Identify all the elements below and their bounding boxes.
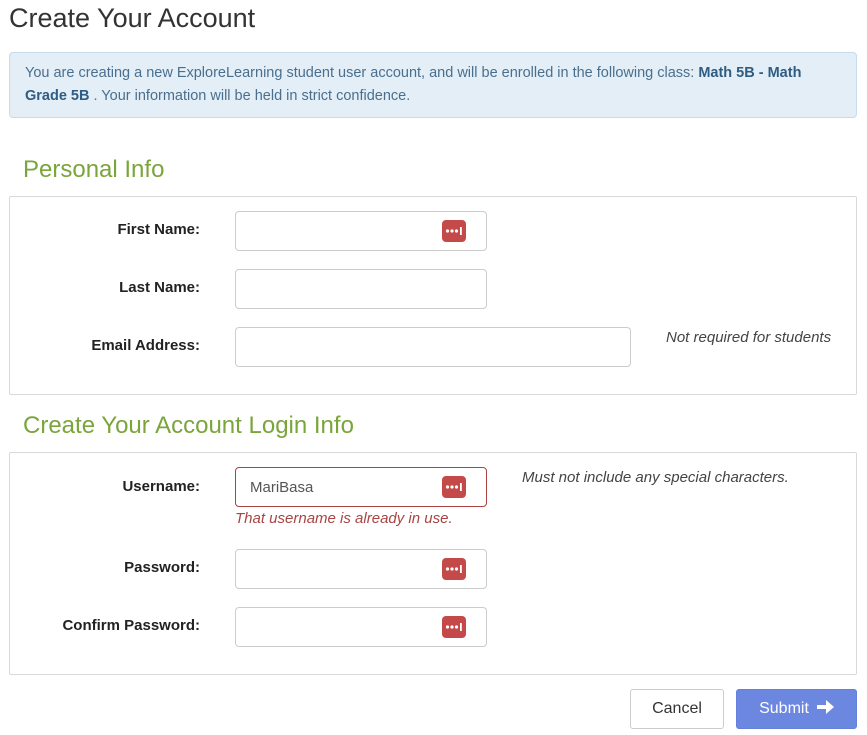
email-label: Email Address: <box>91 337 200 354</box>
email-help-text: Not required for students <box>666 329 832 346</box>
confirm-password-label: Confirm Password: <box>62 617 200 634</box>
page-title: Create Your Account <box>9 3 256 33</box>
personal-info-heading: Personal Info <box>23 156 165 183</box>
last-name-input[interactable] <box>235 269 487 309</box>
password-manager-key-icon[interactable] <box>442 558 466 580</box>
email-input[interactable] <box>235 327 631 367</box>
username-error-text: That username is already in use. <box>235 510 453 527</box>
arrow-right-icon <box>816 699 834 719</box>
password-manager-key-icon[interactable] <box>442 476 466 498</box>
submit-button[interactable]: Submit <box>736 689 857 729</box>
password-manager-key-icon[interactable] <box>442 616 466 638</box>
last-name-label: Last Name: <box>119 279 200 296</box>
password-manager-key-icon[interactable] <box>442 220 466 242</box>
submit-button-label: Submit <box>759 700 809 717</box>
cancel-button-label: Cancel <box>652 700 702 717</box>
first-name-label: First Name: <box>117 221 200 238</box>
alert-text-after: . Your information will be held in stric… <box>93 88 411 104</box>
username-label: Username: <box>122 478 200 495</box>
password-label: Password: <box>124 559 200 576</box>
alert-text-before: You are creating a new ExploreLearning s… <box>25 65 695 81</box>
info-alert: You are creating a new ExploreLearning s… <box>9 52 857 118</box>
username-help-text: Must not include any special characters. <box>522 469 789 486</box>
cancel-button[interactable]: Cancel <box>630 689 724 729</box>
login-info-heading: Create Your Account Login Info <box>23 412 354 439</box>
